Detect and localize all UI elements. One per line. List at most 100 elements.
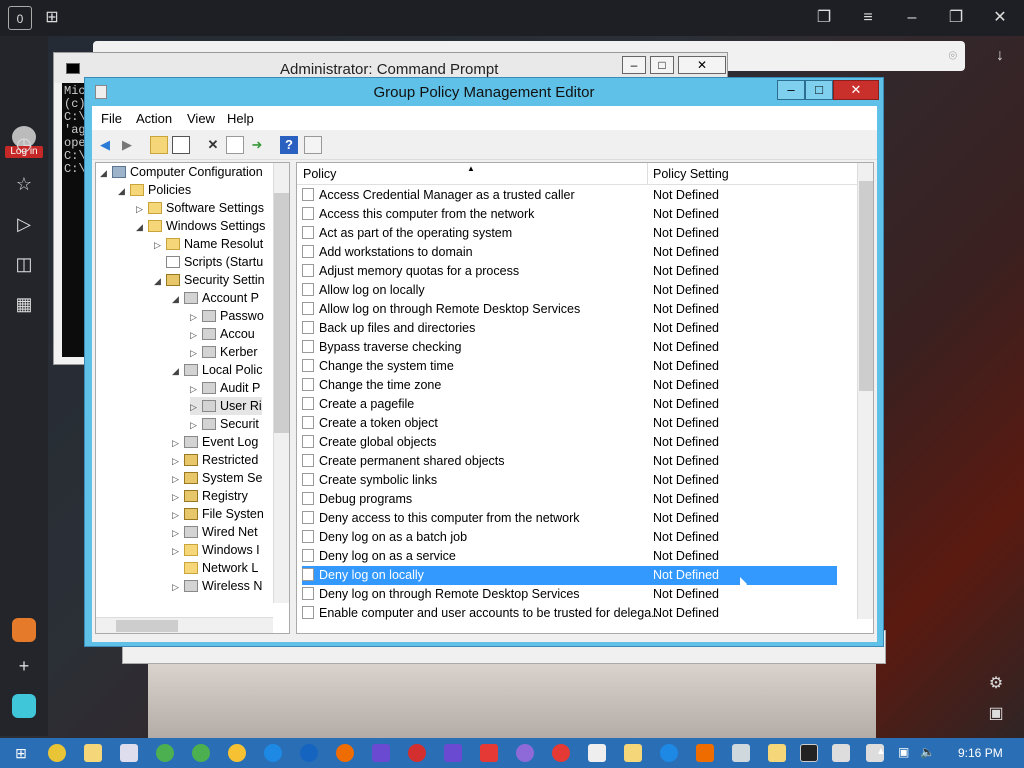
folder-icon[interactable]	[768, 744, 786, 762]
tree-item[interactable]: ▷ Wired Net	[172, 523, 258, 541]
tree-item[interactable]: ▷ Software Settings	[136, 199, 264, 217]
network-icon[interactable]: ▣	[898, 745, 909, 759]
policy-row[interactable]: Access Credential Manager as a trusted c…	[302, 186, 837, 205]
column-header-setting[interactable]: Policy Setting	[653, 167, 729, 181]
tree-vertical-scrollbar[interactable]	[273, 163, 289, 603]
browser-icon[interactable]	[228, 744, 246, 762]
expand-icon[interactable]: ▷	[190, 308, 202, 326]
download-icon[interactable]: ↓	[988, 44, 1012, 68]
volume-muted-icon[interactable]: 🔈	[920, 745, 935, 759]
tree-item[interactable]: ▷ Restricted	[172, 451, 258, 469]
image-icon[interactable]: ▣	[984, 702, 1008, 726]
menu-file[interactable]: File	[101, 111, 122, 126]
policy-row[interactable]: Create a pagefile Not Defined	[302, 395, 837, 414]
back-arrow-icon[interactable]: ◀	[96, 136, 114, 154]
cmd-maximize-button[interactable]: □	[650, 56, 674, 74]
policy-row[interactable]: Allow log on through Remote Desktop Serv…	[302, 300, 837, 319]
tree-scroll-thumb[interactable]	[274, 193, 289, 433]
column-header-policy[interactable]: Policy	[303, 167, 336, 181]
expand-icon[interactable]: ▷	[172, 452, 184, 470]
server-manager-icon[interactable]	[732, 744, 750, 762]
tree-item[interactable]: ▷ Windows I	[172, 541, 260, 559]
expand-icon[interactable]: ▷	[172, 488, 184, 506]
policy-row[interactable]: Enable computer and user accounts to be …	[302, 604, 837, 623]
chrome-icon[interactable]	[48, 744, 66, 762]
tree-item[interactable]: ◢ Windows Settings	[136, 217, 265, 235]
app-badge-icon[interactable]	[12, 618, 36, 642]
policy-row[interactable]: Create symbolic links Not Defined	[302, 471, 837, 490]
expand-icon[interactable]: ▷	[190, 398, 202, 416]
policy-list[interactable]: Policy ▲ Policy Setting Access Credentia…	[296, 162, 874, 634]
policy-row[interactable]: Act as part of the operating system Not D…	[302, 224, 837, 243]
policy-row[interactable]: Allow log on locally Not Defined	[302, 281, 837, 300]
browser-icon[interactable]	[408, 744, 426, 762]
brave-icon[interactable]	[696, 744, 714, 762]
apps-icon[interactable]: ▦	[12, 292, 36, 316]
collapse-icon[interactable]: ◢	[118, 182, 130, 200]
tree-item[interactable]: ◢ Policies	[118, 181, 191, 199]
maximize-button[interactable]: □	[805, 80, 833, 100]
cmd-minimize-button[interactable]: –	[622, 56, 646, 74]
list-vertical-scrollbar[interactable]	[857, 163, 873, 619]
tree-item[interactable]: ▷ Event Log	[172, 433, 258, 451]
notepad-icon[interactable]	[120, 744, 138, 762]
policy-row[interactable]: Add workstations to domain Not Defined	[302, 243, 837, 262]
policy-row[interactable]: Deny log on as a service Not Defined	[302, 547, 837, 566]
collapse-icon[interactable]: ◢	[136, 218, 148, 236]
menu-icon[interactable]: ≡	[856, 6, 880, 30]
tabs-icon[interactable]: ❐	[812, 6, 836, 30]
tree-item[interactable]: Network L	[172, 559, 258, 577]
policy-row[interactable]: Create a token object Not Defined	[302, 414, 837, 433]
yandex-icon[interactable]	[588, 744, 606, 762]
collapse-icon[interactable]: ◢	[172, 362, 184, 380]
opera-icon[interactable]	[552, 744, 570, 762]
tree-item[interactable]: Scripts (Startu	[154, 253, 263, 271]
shield-icon[interactable]	[444, 744, 462, 762]
column-divider[interactable]	[647, 163, 648, 185]
expand-icon[interactable]: ▷	[136, 200, 148, 218]
files-icon[interactable]	[624, 744, 642, 762]
console-tree[interactable]: ◢ Computer Configuration ◢ Policies ▷ Softw…	[95, 162, 290, 634]
policy-row[interactable]: Back up files and directories Not Defined	[302, 319, 837, 338]
history-icon[interactable]: ◷	[12, 132, 36, 156]
close-icon[interactable]: ✕	[988, 6, 1012, 30]
tree-item[interactable]: ▷ Wireless N	[172, 577, 262, 595]
cmd-taskbar-icon[interactable]	[800, 744, 818, 762]
expand-icon[interactable]: ▷	[190, 416, 202, 434]
tree-item[interactable]: ◢ Local Polic	[172, 361, 262, 379]
tree-item[interactable]: ◢ Computer Configuration	[100, 163, 263, 181]
policy-row[interactable]: Create global objects Not Defined	[302, 433, 837, 452]
browser-icon[interactable]	[516, 744, 534, 762]
list-scroll-thumb[interactable]	[859, 181, 873, 391]
help-icon[interactable]: ?	[280, 136, 298, 154]
taskbar-clock[interactable]: 9:16 PM	[958, 746, 1003, 760]
menu-view[interactable]: View	[187, 111, 215, 126]
expand-icon[interactable]: ▷	[190, 326, 202, 344]
new-tab-icon[interactable]: ⊞	[40, 6, 64, 30]
policy-row[interactable]: Change the system time Not Defined	[302, 357, 837, 376]
forward-arrow-icon[interactable]: ▶	[118, 136, 136, 154]
expand-icon[interactable]: ▷	[154, 236, 166, 254]
cmd-close-button[interactable]: ✕	[678, 56, 726, 74]
tree-item[interactable]: ◢ Security Settin	[154, 271, 265, 289]
edge-icon[interactable]	[660, 744, 678, 762]
browser-icon[interactable]	[156, 744, 174, 762]
tree-item[interactable]: ▷ Audit P	[190, 379, 260, 397]
close-button[interactable]: ✕	[833, 80, 879, 100]
properties-icon[interactable]	[226, 136, 244, 154]
expand-icon[interactable]: ▷	[172, 470, 184, 488]
policy-row[interactable]: Bypass traverse checking Not Defined	[302, 338, 837, 357]
expand-icon[interactable]: ▷	[172, 434, 184, 452]
collapse-icon[interactable]: ◢	[154, 272, 166, 290]
up-folder-icon[interactable]	[150, 136, 168, 154]
filter-icon[interactable]	[304, 136, 322, 154]
delete-icon[interactable]: ✕	[204, 136, 222, 154]
menu-action[interactable]: Action	[136, 111, 172, 126]
restore-icon[interactable]: ❐	[944, 6, 968, 30]
tree-item[interactable]: ▷ Passwo	[190, 307, 264, 325]
menu-help[interactable]: Help	[227, 111, 254, 126]
settings-gear-icon[interactable]: ⚙	[984, 672, 1008, 696]
expand-icon[interactable]: ▷	[190, 344, 202, 362]
tree-item-selected[interactable]: ▷ User Ri	[190, 397, 262, 415]
export-list-icon[interactable]: ➜	[248, 136, 266, 154]
